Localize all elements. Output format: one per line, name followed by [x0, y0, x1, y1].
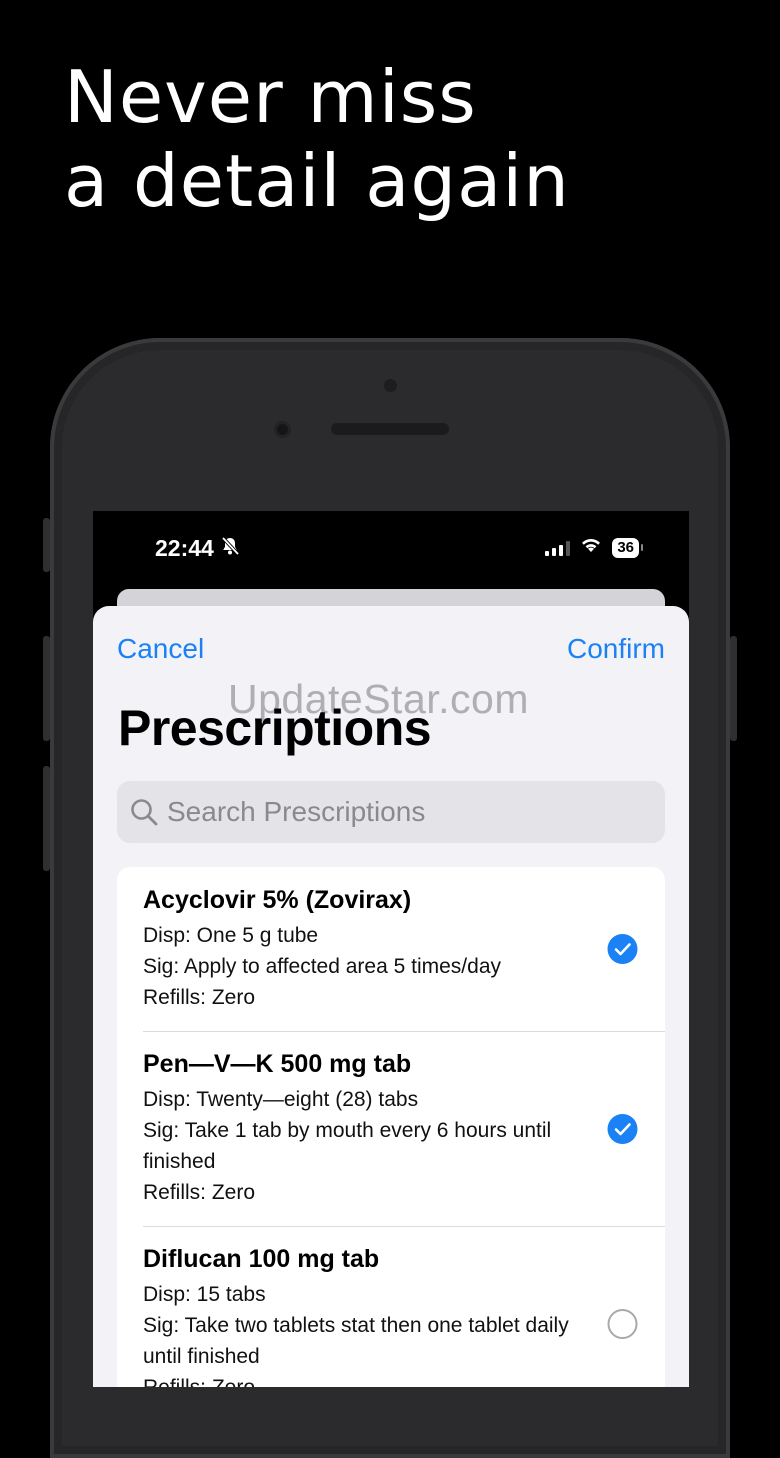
- prescription-sig: Sig: Take 1 tab by mouth every 6 hours u…: [143, 1119, 552, 1173]
- search-bar[interactable]: [117, 781, 665, 843]
- prescription-name: Diflucan 100 mg tab: [143, 1245, 380, 1273]
- earpiece-speaker: [331, 423, 449, 435]
- empty-circle-icon[interactable]: [607, 1308, 638, 1339]
- headline: Never miss a detail again: [64, 55, 570, 223]
- prescription-row[interactable]: Pen—V—K 500 mg tab Disp: Twenty—eight (2…: [117, 1031, 665, 1226]
- wifi-icon: [580, 537, 602, 558]
- battery-icon: 36: [612, 537, 643, 558]
- prescription-disp: Disp: Twenty—eight (28) tabs: [143, 1088, 419, 1111]
- checkmark-circle-filled-icon[interactable]: [607, 934, 638, 965]
- phone-volume-down-button: [43, 766, 50, 871]
- cancel-button[interactable]: Cancel: [117, 633, 204, 665]
- headline-line-2: a detail again: [64, 139, 570, 223]
- status-bar-indicators: 36: [545, 537, 643, 558]
- prescription-row[interactable]: Diflucan 100 mg tab Disp: 15 tabs Sig: T…: [117, 1226, 665, 1387]
- phone-power-button: [730, 636, 737, 741]
- front-camera: [274, 421, 291, 438]
- prescription-disp: Disp: 15 tabs: [143, 1283, 266, 1306]
- phone-mute-switch: [43, 518, 50, 572]
- prescription-refills: Refills: Zero: [143, 1372, 575, 1387]
- prescription-sig: Sig: Take two tablets stat then one tabl…: [143, 1314, 569, 1368]
- headline-line-1: Never miss: [64, 55, 477, 139]
- checkmark-circle-filled-icon[interactable]: [607, 1113, 638, 1144]
- prescription-list: Acyclovir 5% (Zovirax) Disp: One 5 g tub…: [117, 867, 665, 1387]
- prescription-refills: Refills: Zero: [143, 1181, 256, 1204]
- search-input[interactable]: [165, 795, 649, 829]
- prescription-name: Acyclovir 5% (Zovirax): [143, 886, 412, 914]
- prescription-row[interactable]: Acyclovir 5% (Zovirax) Disp: One 5 g tub…: [117, 867, 665, 1031]
- proximity-sensor: [384, 379, 397, 392]
- search-icon: [129, 797, 159, 827]
- bell-slash-icon: [220, 535, 240, 562]
- prescriptions-sheet: Cancel Confirm UpdateStar.com Prescripti…: [93, 606, 689, 1387]
- confirm-button[interactable]: Confirm: [567, 633, 665, 665]
- status-bar-time: 22:44: [155, 535, 240, 562]
- phone-volume-up-button: [43, 636, 50, 741]
- prescription-refills: Refills: Zero: [143, 986, 256, 1009]
- status-time-text: 22:44: [155, 535, 214, 561]
- cellular-signal-icon: [545, 540, 571, 556]
- prescription-disp: Disp: One 5 g tube: [143, 924, 319, 947]
- prescription-sig: Sig: Apply to affected area 5 times/day: [143, 955, 501, 978]
- phone-screen: 22:44 36 Cancel Confirm UpdateStar.com P…: [93, 511, 689, 1387]
- page-title: Prescriptions: [118, 700, 432, 756]
- prescription-name: Pen—V—K 500 mg tab: [143, 1050, 412, 1078]
